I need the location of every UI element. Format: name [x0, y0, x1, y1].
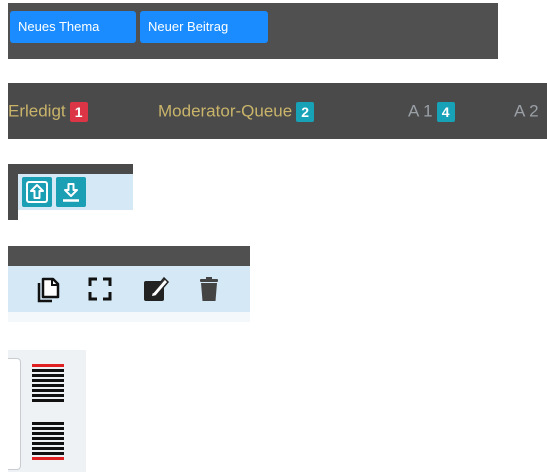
- copy-icon: [37, 277, 60, 303]
- arrow-down-box-icon: [63, 183, 79, 202]
- count-badge: 4: [436, 101, 455, 122]
- tab-label: Erledigt: [8, 101, 66, 121]
- panel-edge: [8, 312, 250, 322]
- count-badge: 1: [69, 101, 88, 122]
- trash-icon: [200, 277, 218, 301]
- move-up-button[interactable]: [22, 177, 52, 207]
- move-toolbar-panel: [18, 174, 133, 210]
- tab-moderator-queue[interactable]: Moderator-Queue 2: [158, 83, 315, 139]
- tab-erledigt[interactable]: Erledigt 1: [8, 83, 88, 139]
- post-actions-bar: Neues Thema Neuer Beitrag: [8, 3, 498, 59]
- count-badge: 2: [296, 101, 315, 122]
- tab-a1[interactable]: A 14: [408, 83, 455, 139]
- copy-button[interactable]: [32, 274, 62, 304]
- queue-tabs-bar: Erledigt 1 Moderator-Queue 2 A 14 A 2: [8, 83, 547, 139]
- drag-handle-top-icon[interactable]: [32, 364, 64, 404]
- new-post-button[interactable]: Neuer Beitrag: [140, 11, 268, 43]
- edit-toolbar: [8, 246, 250, 322]
- edit-button[interactable]: [140, 274, 170, 304]
- tab-label: Moderator-Queue: [158, 101, 293, 121]
- new-topic-button[interactable]: Neues Thema: [10, 11, 136, 43]
- move-toolbar: [8, 164, 133, 220]
- delete-button[interactable]: [194, 274, 224, 304]
- fullscreen-button[interactable]: [85, 274, 115, 304]
- drop-zone-edge: [8, 358, 21, 470]
- move-down-button[interactable]: [56, 177, 86, 207]
- edit-toolbar-panel: [8, 266, 250, 312]
- drag-handle-bottom-icon[interactable]: [32, 422, 64, 462]
- edit-icon: [144, 276, 170, 301]
- drag-handles-panel: [8, 350, 86, 472]
- panel-edge: [18, 210, 133, 220]
- tab-a2[interactable]: A 2: [514, 83, 539, 139]
- expand-icon: [88, 277, 112, 301]
- tab-label: A 2: [514, 101, 539, 121]
- tab-label: A 1: [408, 101, 433, 121]
- arrow-up-box-icon: [26, 181, 48, 203]
